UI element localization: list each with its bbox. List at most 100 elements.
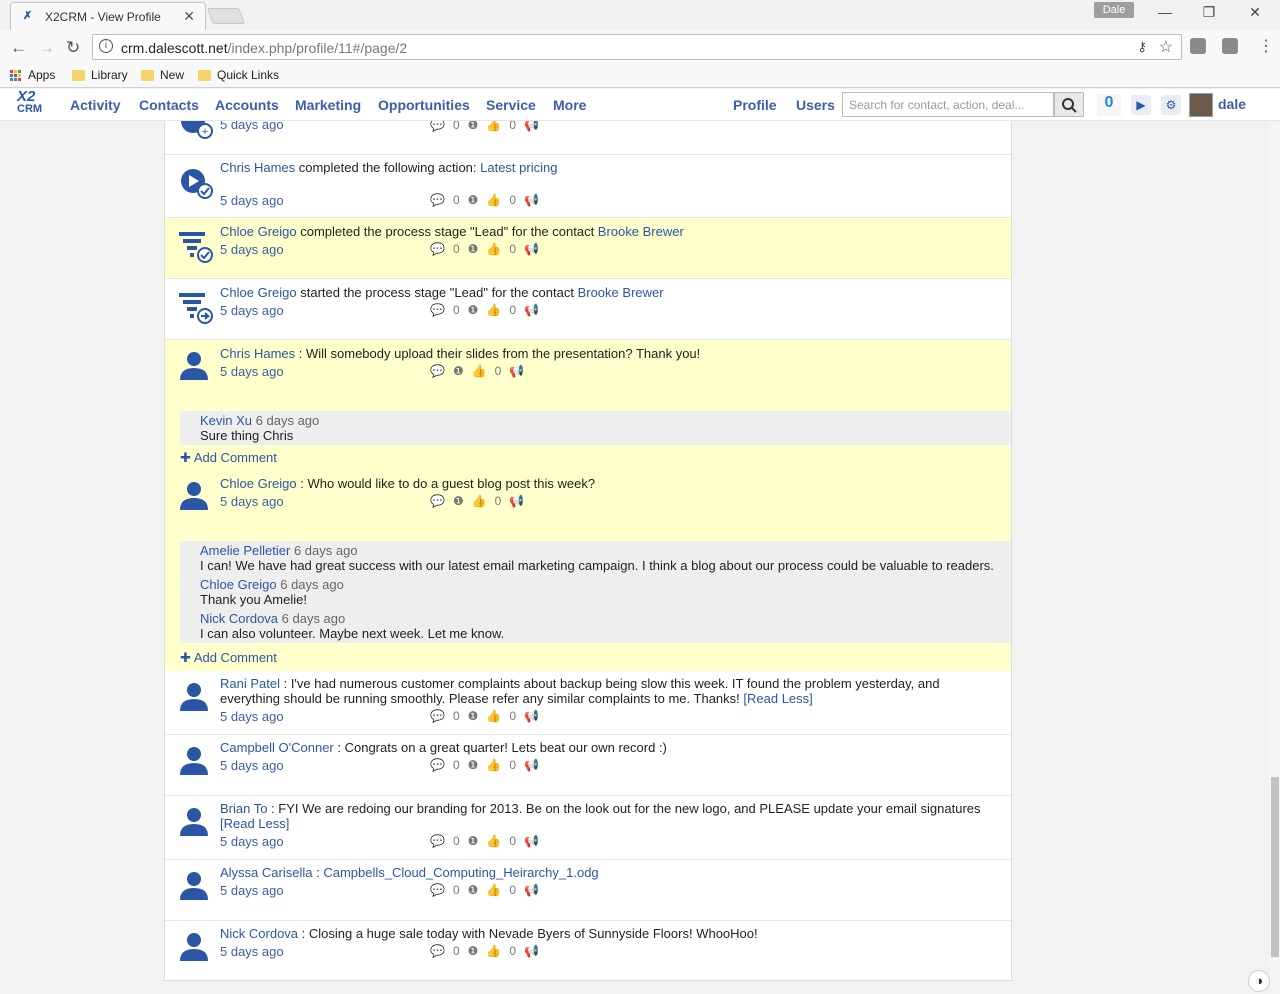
read-less-link[interactable]: [Read Less] xyxy=(220,816,289,831)
important-icon[interactable]: ❶ xyxy=(468,944,479,958)
author-link[interactable]: Chloe Greigo xyxy=(220,224,297,239)
nav-profile[interactable]: Profile xyxy=(733,97,777,113)
important-icon[interactable]: ❶ xyxy=(468,883,479,897)
avatar[interactable] xyxy=(1189,93,1213,117)
broadcast-icon[interactable]: 📢 xyxy=(524,883,539,897)
timestamp[interactable]: 5 days ago xyxy=(220,193,284,208)
reload-icon[interactable]: ↻ xyxy=(66,38,80,58)
broadcast-icon[interactable]: 📢 xyxy=(524,709,539,723)
comment-icon[interactable]: 💬 xyxy=(430,364,445,378)
nav-accounts[interactable]: Accounts xyxy=(215,97,279,113)
like-icon[interactable]: 👍 xyxy=(486,834,501,848)
like-icon[interactable]: 👍 xyxy=(486,709,501,723)
notification-count[interactable]: 0 xyxy=(1097,94,1121,116)
bookmark-quick-links[interactable]: Quick Links xyxy=(198,68,279,82)
search-button[interactable] xyxy=(1054,92,1084,117)
comment-icon[interactable]: 💬 xyxy=(430,242,445,256)
comment-icon[interactable]: 💬 xyxy=(430,709,445,723)
gear-icon[interactable]: ⚙ xyxy=(1161,95,1181,115)
x2crm-logo[interactable]: X2 CRM xyxy=(17,89,42,115)
file-link[interactable]: Campbells_Cloud_Computing_Heirarchy_1.od… xyxy=(323,865,598,880)
comment-author[interactable]: Kevin Xu xyxy=(200,413,252,428)
media-play-icon[interactable]: ▶ xyxy=(1131,95,1151,115)
comment-icon[interactable]: 💬 xyxy=(430,834,445,848)
restore-icon[interactable]: ❐ xyxy=(1186,4,1232,21)
like-icon[interactable]: 👍 xyxy=(486,883,501,897)
comment-icon[interactable]: 💬 xyxy=(430,494,445,508)
like-icon[interactable]: 👍 xyxy=(486,193,501,207)
contrast-toggle-icon[interactable]: ◑ xyxy=(1248,970,1270,992)
broadcast-icon[interactable]: 📢 xyxy=(509,364,524,378)
page-scrollbar[interactable] xyxy=(1270,121,1280,994)
important-icon[interactable]: ❶ xyxy=(468,121,479,132)
broadcast-icon[interactable]: 📢 xyxy=(524,758,539,772)
comment-author[interactable]: Chloe Greigo xyxy=(200,577,277,592)
forward-icon[interactable]: → xyxy=(38,38,55,58)
like-icon[interactable]: 👍 xyxy=(486,303,501,317)
important-icon[interactable]: ❶ xyxy=(468,303,479,317)
nav-activity[interactable]: Activity xyxy=(70,97,121,113)
broadcast-icon[interactable]: 📢 xyxy=(524,834,539,848)
tab-close-icon[interactable]: ✕ xyxy=(183,8,195,25)
minimize-icon[interactable]: — xyxy=(1142,4,1188,20)
bookmark-apps[interactable]: Apps xyxy=(10,68,55,82)
broadcast-icon[interactable]: 📢 xyxy=(524,121,539,132)
nav-service[interactable]: Service xyxy=(486,97,536,113)
like-icon[interactable]: 👍 xyxy=(486,758,501,772)
nav-marketing[interactable]: Marketing xyxy=(295,97,361,113)
comment-author[interactable]: Amelie Pelletier xyxy=(200,543,290,558)
nav-users[interactable]: Users xyxy=(796,97,835,113)
timestamp[interactable]: 5 days ago xyxy=(220,758,284,773)
back-icon[interactable]: ← xyxy=(10,38,27,58)
add-comment-button[interactable]: ✚ Add Comment xyxy=(180,450,277,466)
comment-icon[interactable]: 💬 xyxy=(430,944,445,958)
timestamp[interactable]: 5 days ago xyxy=(220,834,284,849)
info-icon[interactable]: i xyxy=(99,39,113,53)
broadcast-icon[interactable]: 📢 xyxy=(509,494,524,508)
timestamp[interactable]: 5 days ago xyxy=(220,494,284,509)
action-link[interactable]: Latest pricing xyxy=(480,160,557,175)
user-menu[interactable]: dale xyxy=(1218,96,1246,112)
comment-icon[interactable]: 💬 xyxy=(430,193,445,207)
broadcast-icon[interactable]: 📢 xyxy=(524,193,539,207)
browser-menu-icon[interactable]: ⋮ xyxy=(1258,36,1274,56)
address-bar[interactable]: i crm.dalescott.net/index.php/profile/11… xyxy=(92,34,1182,60)
nav-contacts[interactable]: Contacts xyxy=(139,97,199,113)
like-icon[interactable]: 👍 xyxy=(472,364,487,378)
window-close-icon[interactable]: ✕ xyxy=(1232,4,1278,21)
important-icon[interactable]: ❶ xyxy=(468,242,479,256)
author-link[interactable]: Chris Hames xyxy=(220,160,295,175)
read-less-link[interactable]: [Read Less] xyxy=(743,691,812,706)
timestamp[interactable]: 5 days ago xyxy=(220,364,284,379)
author-link[interactable]: Brian To xyxy=(220,801,267,816)
important-icon[interactable]: ❶ xyxy=(468,709,479,723)
important-icon[interactable]: ❶ xyxy=(468,758,479,772)
timestamp[interactable]: 5 days ago xyxy=(220,303,284,318)
contact-link[interactable]: Brooke Brewer xyxy=(578,285,664,300)
author-link[interactable]: Campbell O'Conner xyxy=(220,740,334,755)
profile-badge[interactable]: Dale xyxy=(1094,2,1134,18)
bookmark-library[interactable]: Library xyxy=(72,68,128,82)
search-input[interactable]: Search for contact, action, deal... xyxy=(842,92,1054,117)
author-link[interactable]: Alyssa Carisella xyxy=(220,865,312,880)
like-icon[interactable]: 👍 xyxy=(486,242,501,256)
author-link[interactable]: Chris Hames xyxy=(220,346,295,361)
author-link[interactable]: Rani Patel xyxy=(220,676,280,691)
broadcast-icon[interactable]: 📢 xyxy=(524,303,539,317)
nav-more[interactable]: More xyxy=(553,97,586,113)
comment-icon[interactable]: 💬 xyxy=(430,758,445,772)
contact-link[interactable]: Brooke Brewer xyxy=(598,224,684,239)
extension-icon[interactable] xyxy=(1190,38,1206,54)
important-icon[interactable]: ❶ xyxy=(453,494,464,508)
comment-author[interactable]: Nick Cordova xyxy=(200,611,278,626)
extension-icon[interactable] xyxy=(1222,38,1238,54)
comment-icon[interactable]: 💬 xyxy=(430,883,445,897)
like-icon[interactable]: 👍 xyxy=(486,944,501,958)
scrollbar-thumb[interactable] xyxy=(1271,777,1279,957)
add-comment-button[interactable]: ✚ Add Comment xyxy=(180,650,277,666)
author-link[interactable]: Chloe Greigo xyxy=(220,476,297,491)
timestamp[interactable]: 5 days ago xyxy=(220,242,284,257)
important-icon[interactable]: ❶ xyxy=(453,364,464,378)
timestamp[interactable]: 5 days ago xyxy=(220,709,284,724)
broadcast-icon[interactable]: 📢 xyxy=(524,242,539,256)
